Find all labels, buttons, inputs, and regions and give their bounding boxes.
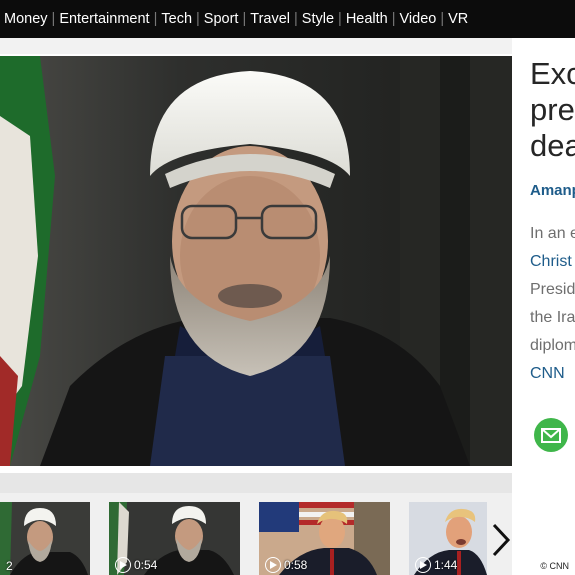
- mail-icon: [541, 428, 561, 443]
- body-line: the Ira: [530, 309, 575, 326]
- headline-line: Exc: [530, 56, 575, 91]
- video-player[interactable]: [0, 56, 512, 466]
- article-byline[interactable]: Amanp: [530, 182, 575, 199]
- play-icon: [265, 557, 281, 573]
- nav-item-style[interactable]: Style: [298, 11, 338, 27]
- playlist-header: [0, 473, 512, 493]
- nav-item-health[interactable]: Health: [342, 11, 392, 27]
- nav-item-entertainment[interactable]: Entertainment: [55, 11, 153, 27]
- thumbnail-duration: 0:54: [115, 557, 157, 573]
- body-link[interactable]: Christ: [530, 253, 572, 270]
- mail-share-button[interactable]: [534, 418, 568, 452]
- headline-line: dea: [530, 128, 575, 163]
- nav-item-video[interactable]: Video: [396, 11, 441, 27]
- top-nav: Money | Entertainment | Tech | Sport | T…: [0, 0, 575, 38]
- video-frame-image: [0, 56, 512, 466]
- thumbnail-duration: 0:58: [265, 557, 307, 573]
- article-headline[interactable]: Exc pre dea: [530, 56, 575, 164]
- video-thumbnail[interactable]: 0:58: [259, 502, 390, 575]
- next-button[interactable]: [488, 522, 514, 558]
- nav-item-vr[interactable]: VR: [444, 11, 472, 27]
- nav-item-tech[interactable]: Tech: [157, 11, 196, 27]
- thumbnail-duration: 1:44: [415, 557, 457, 573]
- nav-item-travel[interactable]: Travel: [246, 11, 294, 27]
- thumbnail-duration: 2: [6, 559, 13, 573]
- headline-line: pre: [530, 92, 575, 127]
- article-body: In an e Christ Presid the Ira diplom CNN: [530, 220, 575, 388]
- header-band: [0, 38, 575, 54]
- video-thumbnail[interactable]: 1:44: [409, 502, 487, 575]
- nav-item-sport[interactable]: Sport: [200, 11, 243, 27]
- video-thumbnail[interactable]: 0:54: [109, 502, 240, 575]
- image-credit: © CNN: [540, 561, 569, 571]
- video-thumbnail[interactable]: 2: [0, 502, 90, 575]
- thumbnail-image: [0, 502, 90, 575]
- play-icon: [415, 557, 431, 573]
- body-line: Presid: [530, 281, 575, 298]
- body-line: In an e: [530, 225, 575, 242]
- nav-item-money[interactable]: Money: [0, 11, 52, 27]
- play-icon: [115, 557, 131, 573]
- body-line: diplom: [530, 337, 575, 354]
- chevron-right-icon: [492, 523, 511, 557]
- body-link[interactable]: CNN: [530, 365, 565, 382]
